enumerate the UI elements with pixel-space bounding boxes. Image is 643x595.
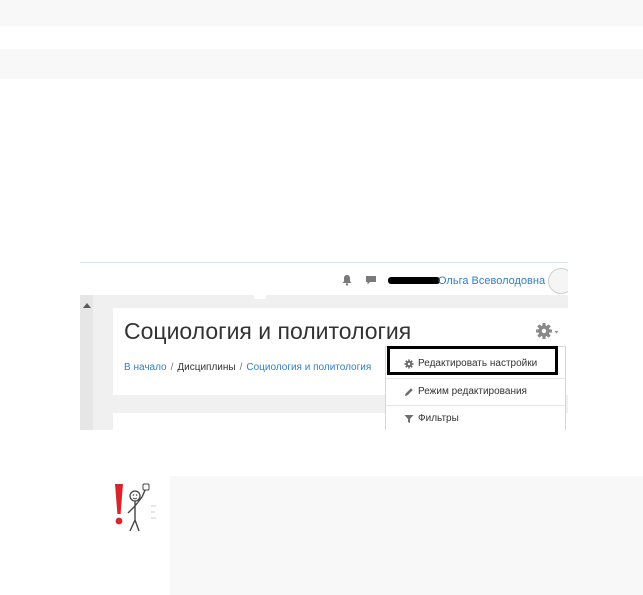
breadcrumb-disciplines[interactable]: Дисциплины bbox=[177, 362, 235, 373]
breadcrumb-separator: / bbox=[170, 362, 174, 373]
exclamation-figure-icon bbox=[115, 483, 156, 532]
menu-item-label: Фильтры bbox=[418, 413, 459, 424]
scrollbar[interactable] bbox=[80, 295, 93, 430]
filter-icon bbox=[404, 415, 414, 423]
chevron-down-icon bbox=[554, 331, 559, 334]
note-panel bbox=[170, 476, 643, 595]
menu-item-label: Режим редактирования bbox=[418, 386, 527, 397]
top-band bbox=[0, 0, 643, 26]
lms-screenshot: Ольга Всеволодовна Социология и политоло… bbox=[80, 262, 568, 430]
page-title: Социология и политология bbox=[124, 318, 412, 344]
tab-notch bbox=[254, 295, 266, 299]
menu-item-edit-mode[interactable]: Режим редактирования bbox=[386, 378, 565, 405]
menu-item-filters[interactable]: Фильтры bbox=[386, 405, 565, 430]
breadcrumb: В начало / Дисциплины / Социология и политол… bbox=[124, 362, 371, 373]
message-icon[interactable] bbox=[365, 274, 377, 286]
breadcrumb-separator: / bbox=[239, 362, 243, 373]
breadcrumb-course[interactable]: Социология и политология bbox=[246, 362, 371, 373]
pencil-icon bbox=[405, 388, 413, 396]
avatar[interactable] bbox=[548, 268, 568, 294]
redacted-name bbox=[388, 277, 440, 284]
gear-icon[interactable] bbox=[535, 321, 559, 341]
scroll-up-arrow-icon[interactable] bbox=[83, 303, 91, 308]
highlight-annotation bbox=[387, 346, 558, 375]
user-name-link[interactable]: Ольга Всеволодовна bbox=[438, 275, 545, 287]
blank-band bbox=[0, 49, 643, 79]
top-navbar: Ольга Всеволодовна bbox=[80, 263, 568, 295]
bell-icon[interactable] bbox=[341, 274, 353, 286]
document-page: Ольга Всеволодовна Социология и политоло… bbox=[0, 0, 643, 595]
breadcrumb-home[interactable]: В начало bbox=[124, 362, 167, 373]
